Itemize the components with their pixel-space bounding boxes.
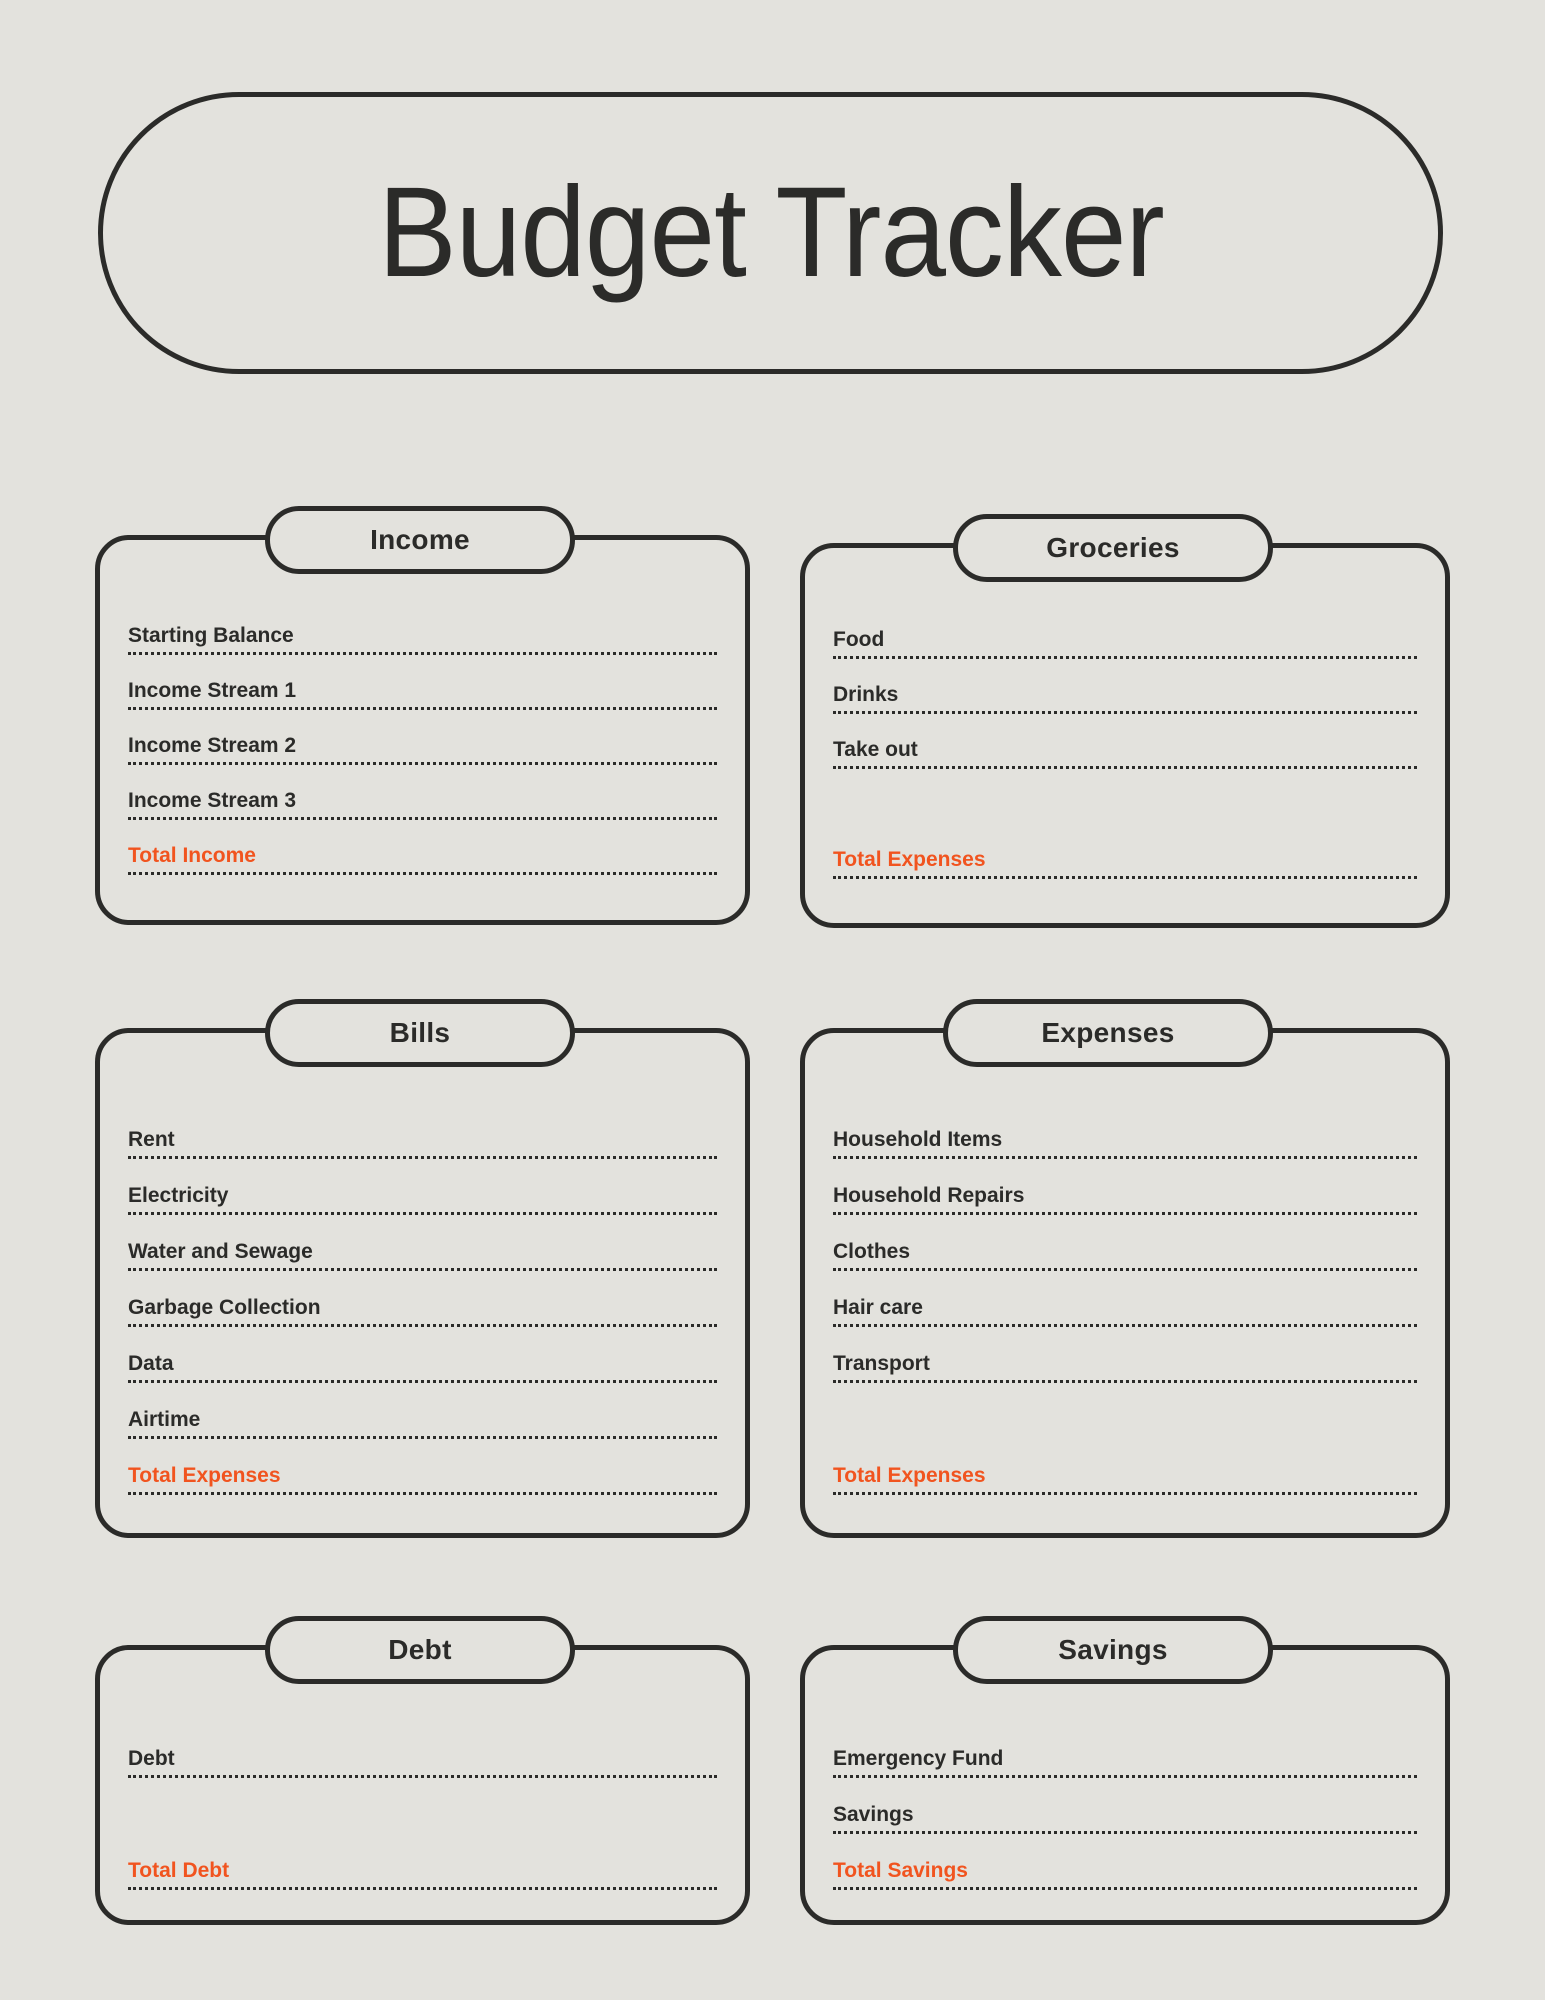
- entry-row[interactable]: Starting Balance: [128, 600, 717, 655]
- section-title-debt: Debt: [388, 1634, 452, 1665]
- total-row-debt[interactable]: Total Debt: [128, 1834, 717, 1890]
- entry-row[interactable]: Emergency Fund: [833, 1722, 1417, 1778]
- entry-row[interactable]: Savings: [833, 1778, 1417, 1834]
- total-row-income[interactable]: Total Income: [128, 820, 717, 875]
- row-label: Income Stream 2: [128, 733, 297, 757]
- section-header-pill-expenses: Expenses: [943, 999, 1273, 1067]
- section-title-income: Income: [370, 524, 470, 555]
- row-label: Debt: [128, 1746, 175, 1770]
- row-label: Airtime: [128, 1407, 201, 1431]
- section-card-savings: Savings Emergency Fund Savings Total Saving…: [800, 1616, 1450, 1925]
- entry-row[interactable]: Income Stream 3: [128, 765, 717, 820]
- row-label: Starting Balance: [128, 623, 294, 647]
- row-label: Income Stream 1: [128, 678, 297, 702]
- row-label: Total Savings: [833, 1858, 968, 1882]
- entry-row[interactable]: Debt: [128, 1722, 717, 1778]
- row-label: Total Expenses: [128, 1463, 281, 1487]
- section-rows-groceries: Food Drinks Take out Total Expenses: [805, 604, 1445, 879]
- section-card-bills: Bills Rent Electricity Water and Sewage Garb…: [95, 999, 750, 1538]
- entry-row[interactable]: Hair care: [833, 1271, 1417, 1327]
- section-rows-debt: Debt Total Debt: [100, 1722, 745, 1890]
- section-header-pill-savings: Savings: [953, 1616, 1273, 1684]
- entry-row[interactable]: Garbage Collection: [128, 1271, 717, 1327]
- row-label: Water and Sewage: [128, 1239, 313, 1263]
- total-row-groceries[interactable]: Total Expenses: [833, 824, 1417, 879]
- total-row-expenses[interactable]: Total Expenses: [833, 1439, 1417, 1495]
- entry-row[interactable]: Drinks: [833, 659, 1417, 714]
- row-label: Emergency Fund: [833, 1746, 1004, 1770]
- section-header-pill-groceries: Groceries: [953, 514, 1273, 582]
- entry-row[interactable]: Take out: [833, 714, 1417, 769]
- row-label: Total Expenses: [833, 847, 986, 871]
- section-title-bills: Bills: [389, 1017, 451, 1048]
- section-card-groceries: Groceries Food Drinks Take out Total Expense…: [800, 514, 1450, 928]
- row-label: Savings: [833, 1802, 914, 1826]
- section-card-expenses: Expenses Household Items Household Repairs…: [800, 999, 1450, 1538]
- entry-row[interactable]: Data: [128, 1327, 717, 1383]
- entry-row[interactable]: Airtime: [128, 1383, 717, 1439]
- row-label: Total Income: [128, 843, 256, 867]
- section-title-groceries: Groceries: [1046, 532, 1180, 563]
- total-row-savings[interactable]: Total Savings: [833, 1834, 1417, 1890]
- row-label: Household Repairs: [833, 1183, 1025, 1207]
- row-label: Household Items: [833, 1127, 1003, 1151]
- row-spacer: [833, 1383, 1417, 1439]
- row-label: Drinks: [833, 682, 899, 706]
- section-rows-bills: Rent Electricity Water and Sewage Garbage C…: [100, 1103, 745, 1495]
- section-card-debt: Debt Debt Total Debt: [95, 1616, 750, 1925]
- row-label: Electricity: [128, 1183, 229, 1207]
- row-label: Food: [833, 627, 885, 651]
- section-rows-savings: Emergency Fund Savings Total Savings: [805, 1722, 1445, 1890]
- entry-row[interactable]: Household Repairs: [833, 1159, 1417, 1215]
- row-label: Income Stream 3: [128, 788, 297, 812]
- entry-row[interactable]: Income Stream 2: [128, 710, 717, 765]
- row-spacer: [128, 1778, 717, 1834]
- entry-row[interactable]: Household Items: [833, 1103, 1417, 1159]
- entry-row[interactable]: Income Stream 1: [128, 655, 717, 710]
- entry-row[interactable]: Food: [833, 604, 1417, 659]
- section-title-savings: Savings: [1058, 1634, 1168, 1665]
- row-label: Rent: [128, 1127, 175, 1151]
- section-header-pill-income: Income: [265, 506, 575, 574]
- row-label: Garbage Collection: [128, 1295, 321, 1319]
- row-label: Hair care: [833, 1295, 923, 1319]
- row-label: Transport: [833, 1351, 930, 1375]
- budget-tracker-page: Budget Tracker Income Starting Balance Inc…: [0, 0, 1545, 2000]
- section-rows-income: Starting Balance Income Stream 1 Income St…: [100, 600, 745, 875]
- entry-row[interactable]: Rent: [128, 1103, 717, 1159]
- section-card-income: Income Starting Balance Income Stream 1 Inc…: [95, 506, 750, 925]
- entry-row[interactable]: Transport: [833, 1327, 1417, 1383]
- entry-row[interactable]: Electricity: [128, 1159, 717, 1215]
- row-label: Data: [128, 1351, 174, 1375]
- row-spacer: [833, 769, 1417, 824]
- total-row-bills[interactable]: Total Expenses: [128, 1439, 717, 1495]
- section-rows-expenses: Household Items Household Repairs Clothes H…: [805, 1103, 1445, 1495]
- section-header-pill-debt: Debt: [265, 1616, 575, 1684]
- row-label: Clothes: [833, 1239, 911, 1263]
- section-header-pill-bills: Bills: [265, 999, 575, 1067]
- sections-grid: Income Starting Balance Income Stream 1 Inc…: [0, 0, 1545, 2000]
- entry-row[interactable]: Water and Sewage: [128, 1215, 717, 1271]
- row-label: Take out: [833, 737, 918, 761]
- row-label: Total Debt: [128, 1858, 230, 1882]
- row-label: Total Expenses: [833, 1463, 986, 1487]
- entry-row[interactable]: Clothes: [833, 1215, 1417, 1271]
- section-title-expenses: Expenses: [1041, 1017, 1175, 1048]
